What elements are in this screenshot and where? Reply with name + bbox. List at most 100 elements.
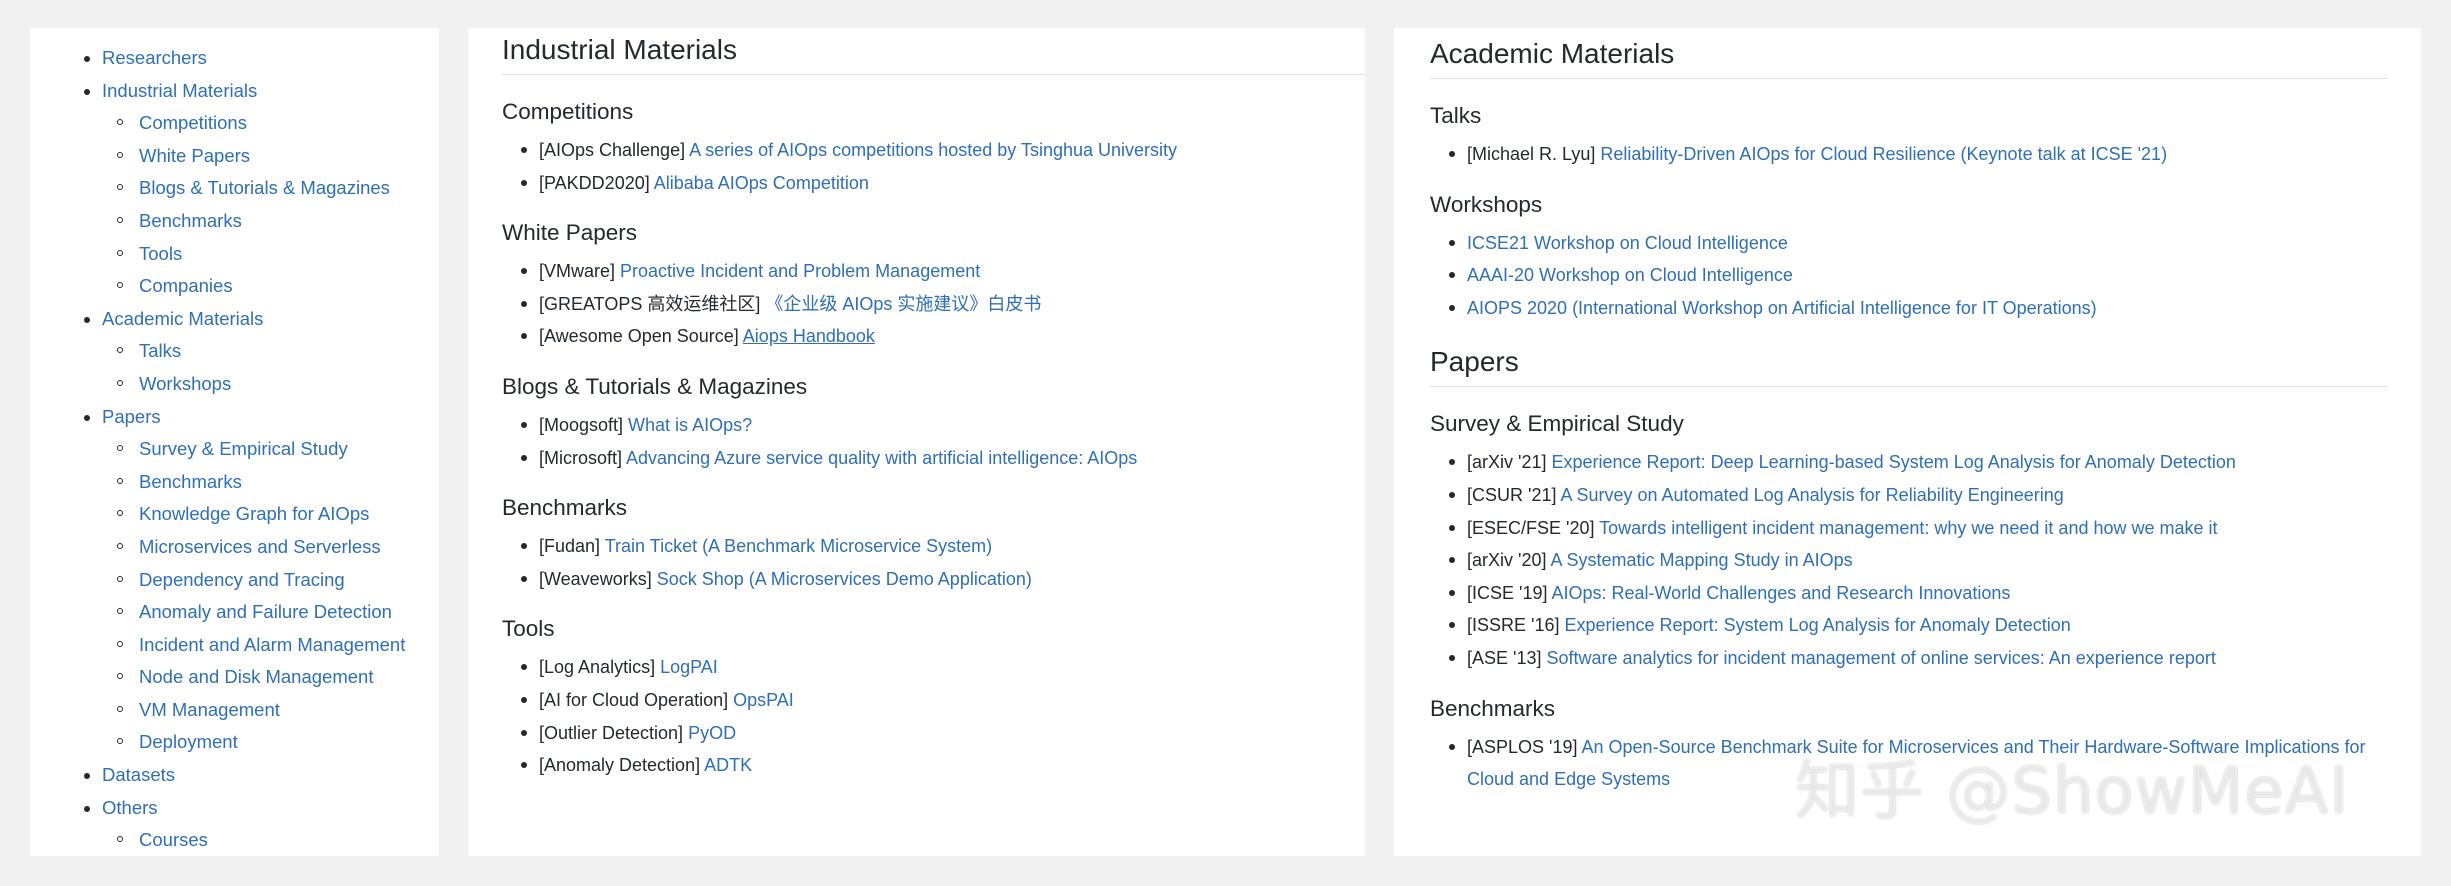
section-heading: Benchmarks bbox=[502, 495, 628, 521]
list-item: [ASPLOS '19] An Open-Source Benchmark Su… bbox=[1430, 731, 2388, 796]
papers-sections: Survey & Empirical Study [arXiv '21] Expe… bbox=[1430, 387, 2388, 795]
toc-sublink[interactable]: Benchmarks bbox=[139, 471, 242, 492]
item-link[interactable]: A Systematic Mapping Study in AIOps bbox=[1550, 550, 1852, 570]
toc-link[interactable]: Industrial Materials bbox=[102, 80, 257, 101]
list-item: [Awesome Open Source] Aiops Handbook bbox=[502, 320, 1365, 353]
item-link[interactable]: Software analytics for incident manageme… bbox=[1546, 648, 2215, 668]
toc-sublist: Competitions White Papers Blogs & Tutorial… bbox=[102, 107, 439, 303]
toc-sublink[interactable]: Blogs & Tutorials & Magazines bbox=[139, 177, 390, 198]
item-link[interactable]: Train Ticket (A Benchmark Microservice S… bbox=[605, 536, 992, 556]
list-item: [AIOps Challenge] A series of AIOps comp… bbox=[502, 134, 1365, 167]
item-link[interactable]: Aiops Handbook bbox=[743, 326, 875, 346]
industrial-sections: Competitions [AIOps Challenge] A series o… bbox=[502, 75, 1365, 782]
item-link[interactable]: Alibaba AIOps Competition bbox=[654, 173, 869, 193]
toc-sublink[interactable]: Benchmarks bbox=[139, 210, 242, 231]
toc-sublink[interactable]: Talks bbox=[139, 340, 181, 361]
toc-subitem: Incident and Alarm Management bbox=[102, 629, 439, 662]
toc-sublink[interactable]: Companies bbox=[139, 275, 233, 296]
list-item: [ICSE '19] AIOps: Real-World Challenges … bbox=[1430, 577, 2388, 610]
list-item: [arXiv '21] Experience Report: Deep Lear… bbox=[1430, 446, 2388, 479]
item-source: [arXiv '21] bbox=[1467, 452, 1552, 473]
item-list: [Moogsoft] What is AIOps? [Microsoft] Adv… bbox=[502, 409, 1365, 474]
toc-subitem: Benchmarks bbox=[102, 205, 439, 238]
list-item: [Microsoft] Advancing Azure service qual… bbox=[502, 442, 1365, 475]
toc-sublink[interactable]: Workshops bbox=[139, 373, 231, 394]
item-link[interactable]: Advancing Azure service quality with art… bbox=[626, 448, 1137, 468]
item-link[interactable]: A series of AIOps competitions hosted by… bbox=[689, 140, 1177, 160]
toc-sublink[interactable]: VM Management bbox=[139, 699, 280, 720]
item-source: [ICSE '19] bbox=[1467, 582, 1552, 603]
toc-list: Researchers Industrial Materials Competiti… bbox=[30, 28, 439, 856]
toc-sublink[interactable]: Tools bbox=[139, 243, 182, 264]
toc-link[interactable]: Others bbox=[102, 797, 158, 818]
item-list: [arXiv '21] Experience Report: Deep Lear… bbox=[1430, 446, 2388, 674]
toc-sublink[interactable]: Incident and Alarm Management bbox=[139, 634, 405, 655]
item-source: [arXiv '20] bbox=[1467, 550, 1551, 571]
item-link[interactable]: Towards intelligent incident management:… bbox=[1599, 518, 2217, 538]
item-link[interactable]: Experience Report: Deep Learning-based S… bbox=[1551, 452, 2235, 472]
item-link[interactable]: PyOD bbox=[688, 723, 736, 743]
toc-subitem: Competitions bbox=[102, 107, 439, 140]
toc-sublink[interactable]: Courses bbox=[139, 829, 208, 850]
item-link[interactable]: LogPAI bbox=[660, 657, 718, 677]
item-source: [PAKDD2020] bbox=[539, 172, 654, 193]
item-link[interactable]: Sock Shop (A Microservices Demo Applicat… bbox=[657, 569, 1032, 589]
item-link[interactable]: ADTK bbox=[704, 755, 752, 775]
item-link[interactable]: A Survey on Automated Log Analysis for R… bbox=[1560, 485, 2063, 505]
item-link[interactable]: An Open-Source Benchmark Suite for Micro… bbox=[1467, 737, 2366, 790]
toc-sublist: Survey & Empirical Study Benchmarks Knowle… bbox=[102, 433, 439, 759]
toc-sublink[interactable]: Survey & Empirical Study bbox=[139, 438, 348, 459]
section-heading: Tools bbox=[502, 616, 555, 642]
toc-sublink[interactable]: White Papers bbox=[139, 145, 250, 166]
item-list: [Fudan] Train Ticket (A Benchmark Micros… bbox=[502, 530, 1365, 595]
toc-link[interactable]: Researchers bbox=[102, 47, 207, 68]
toc-sublink[interactable]: Knowledge Graph for AIOps bbox=[139, 503, 369, 524]
toc-subitem: Anomaly and Failure Detection bbox=[102, 596, 439, 629]
toc-link[interactable]: Datasets bbox=[102, 764, 175, 785]
item-link[interactable]: What is AIOps? bbox=[628, 415, 752, 435]
toc-link[interactable]: Papers bbox=[102, 406, 161, 427]
academic-heading: Academic Materials bbox=[1430, 28, 2388, 79]
item-link[interactable]: 《企业级 AIOps 实施建议》白皮书 bbox=[765, 294, 1041, 314]
item-link[interactable]: OpsPAI bbox=[733, 690, 794, 710]
section-heading: Benchmarks bbox=[1430, 695, 1556, 721]
item-source: [Michael R. Lyu] bbox=[1467, 144, 1601, 164]
list-item: [ASE '13] Software analytics for inciden… bbox=[1430, 642, 2388, 675]
toc-subitem: Microservices and Serverless bbox=[102, 531, 439, 564]
item-link[interactable]: Proactive Incident and Problem Managemen… bbox=[620, 261, 980, 281]
toc-sublink[interactable]: Dependency and Tracing bbox=[139, 569, 345, 590]
item-link[interactable]: Experience Report: System Log Analysis f… bbox=[1564, 615, 2070, 635]
toc-sublink[interactable]: Node and Disk Management bbox=[139, 666, 373, 687]
toc-sublink[interactable]: Anomaly and Failure Detection bbox=[139, 601, 392, 622]
toc-subitem: Tools bbox=[102, 238, 439, 271]
list-item: [Weaveworks] Sock Shop (A Microservices … bbox=[502, 563, 1365, 596]
toc-panel: Researchers Industrial Materials Competiti… bbox=[30, 28, 439, 856]
toc-subitem: Companies bbox=[102, 270, 439, 303]
item-source: [GREATOPS 高效运维社区] bbox=[539, 293, 766, 314]
toc-subitem: Deployment bbox=[102, 726, 439, 759]
list-item: [ESEC/FSE '20] Towards intelligent incid… bbox=[1430, 512, 2388, 545]
papers-heading: Papers bbox=[1430, 324, 2388, 388]
toc-subitem: Node and Disk Management bbox=[102, 661, 439, 694]
toc-subitem: Blogs & Tutorials & Magazines bbox=[102, 172, 439, 205]
academic-sections: Talks [Michael R. Lyu] Reliability-Driven… bbox=[1430, 79, 2388, 324]
section-heading: Survey & Empirical Study bbox=[1430, 411, 1684, 437]
item-source: [Awesome Open Source] bbox=[539, 326, 743, 347]
item-link[interactable]: ICSE21 Workshop on Cloud Intelligence bbox=[1467, 233, 1788, 253]
item-link[interactable]: AAAI-20 Workshop on Cloud Intelligence bbox=[1467, 265, 1793, 285]
item-list: [AIOps Challenge] A series of AIOps comp… bbox=[502, 134, 1365, 199]
item-source: [ESEC/FSE '20] bbox=[1467, 517, 1600, 538]
item-link[interactable]: AIOPS 2020 (International Workshop on Ar… bbox=[1467, 298, 2097, 318]
item-link[interactable]: Reliability-Driven AIOps for Cloud Resil… bbox=[1600, 144, 2167, 164]
item-source: [Log Analytics] bbox=[539, 657, 661, 678]
toc-sublink[interactable]: Microservices and Serverless bbox=[139, 536, 381, 557]
item-list: ICSE21 Workshop on Cloud Intelligence AAA… bbox=[1430, 227, 2388, 325]
toc-sublink[interactable]: Deployment bbox=[139, 731, 238, 752]
industrial-panel: Industrial Materials Competitions [AIOps … bbox=[468, 28, 1365, 856]
item-source: [Microsoft] bbox=[539, 447, 627, 468]
toc-link[interactable]: Academic Materials bbox=[102, 308, 263, 329]
toc-item: Papers Survey & Empirical Study Benchmarks… bbox=[30, 401, 439, 760]
item-link[interactable]: AIOps: Real-World Challenges and Researc… bbox=[1551, 583, 2010, 603]
toc-sublink[interactable]: Competitions bbox=[139, 112, 247, 133]
toc-subitem: Courses bbox=[102, 824, 439, 856]
